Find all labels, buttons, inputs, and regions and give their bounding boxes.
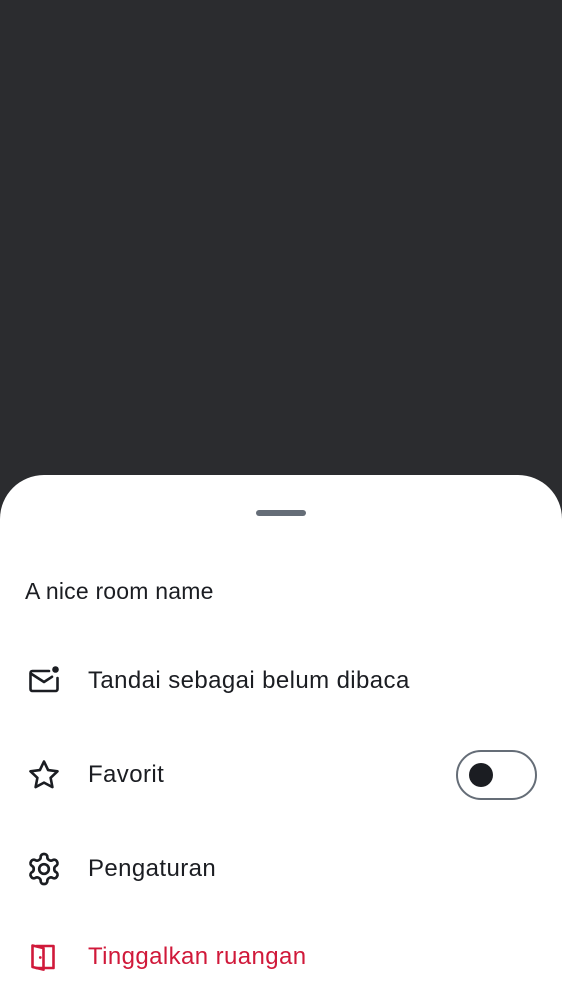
mark-unread-icon	[26, 663, 62, 699]
favourite-item[interactable]: Favorit	[0, 730, 562, 820]
settings-item[interactable]: Pengaturan	[0, 824, 562, 914]
drag-handle[interactable]	[256, 510, 306, 516]
star-outline-icon	[26, 757, 62, 793]
room-options-bottom-sheet: A nice room name Tandai sebagai belum di…	[0, 475, 562, 1000]
toggle-knob	[469, 763, 493, 787]
favourite-toggle[interactable]	[456, 750, 537, 800]
favourite-label: Favorit	[88, 761, 165, 788]
mark-unread-item[interactable]: Tandai sebagai belum dibaca	[0, 636, 562, 726]
mark-unread-label: Tandai sebagai belum dibaca	[88, 667, 410, 694]
settings-label: Pengaturan	[88, 855, 217, 882]
leave-room-label: Tinggalkan ruangan	[88, 943, 307, 970]
leave-room-item[interactable]: Tinggalkan ruangan	[0, 912, 562, 1000]
room-name-title: A nice room name	[25, 578, 214, 604]
gear-icon	[26, 851, 62, 887]
leave-room-icon	[26, 939, 62, 975]
